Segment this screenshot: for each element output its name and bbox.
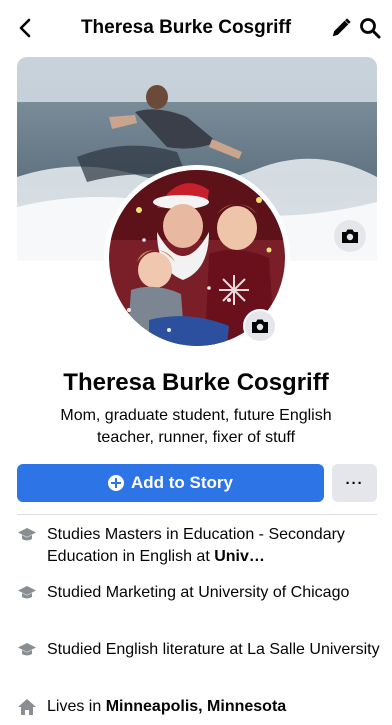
detail-bold: Minneapolis, Minnesota	[105, 698, 287, 715]
detail-bold: Univ…	[214, 548, 265, 565]
education-cap-icon	[18, 643, 36, 656]
add-to-story-button[interactable]: Add to Story	[17, 464, 324, 502]
detail-text: Studies Masters in Education - Secondary…	[47, 526, 345, 565]
detail-text: Studied Marketing at University of Chica…	[47, 584, 350, 601]
ellipsis-icon: ···	[345, 474, 364, 492]
home-icon	[18, 699, 36, 715]
detail-item-education[interactable]: Studied Marketing at University of Chica…	[17, 582, 382, 628]
profile-name: Theresa Burke Cosgriff	[63, 369, 329, 396]
camera-icon	[252, 319, 268, 333]
camera-icon	[342, 229, 358, 243]
page-title: Theresa Burke Cosgriff	[80, 17, 292, 38]
pencil-icon[interactable]	[330, 17, 352, 39]
plus-circle-icon	[108, 475, 124, 491]
education-cap-icon	[18, 586, 36, 599]
divider	[17, 514, 377, 515]
detail-item-lives-in[interactable]: Lives in Minneapolis, Minnesota	[17, 696, 382, 720]
chevron-left-icon[interactable]	[14, 16, 38, 40]
detail-text: Studied English literature at La Salle U…	[47, 641, 380, 658]
add-to-story-label: Add to Story	[131, 473, 233, 492]
cover-camera-button[interactable]	[334, 220, 366, 252]
more-options-button[interactable]: ···	[332, 464, 377, 502]
search-icon[interactable]	[358, 16, 382, 40]
education-cap-icon	[18, 528, 36, 541]
profile-bio: Mom, graduate student, future English te…	[60, 407, 332, 446]
detail-item-education[interactable]: Studied English literature at La Salle U…	[17, 639, 382, 685]
top-navigation-bar: Theresa Burke Cosgriff	[0, 0, 392, 58]
profile-camera-button[interactable]	[243, 309, 277, 343]
detail-text: Lives in	[47, 698, 106, 715]
detail-item-education[interactable]: Studies Masters in Education - Secondary…	[17, 524, 382, 570]
